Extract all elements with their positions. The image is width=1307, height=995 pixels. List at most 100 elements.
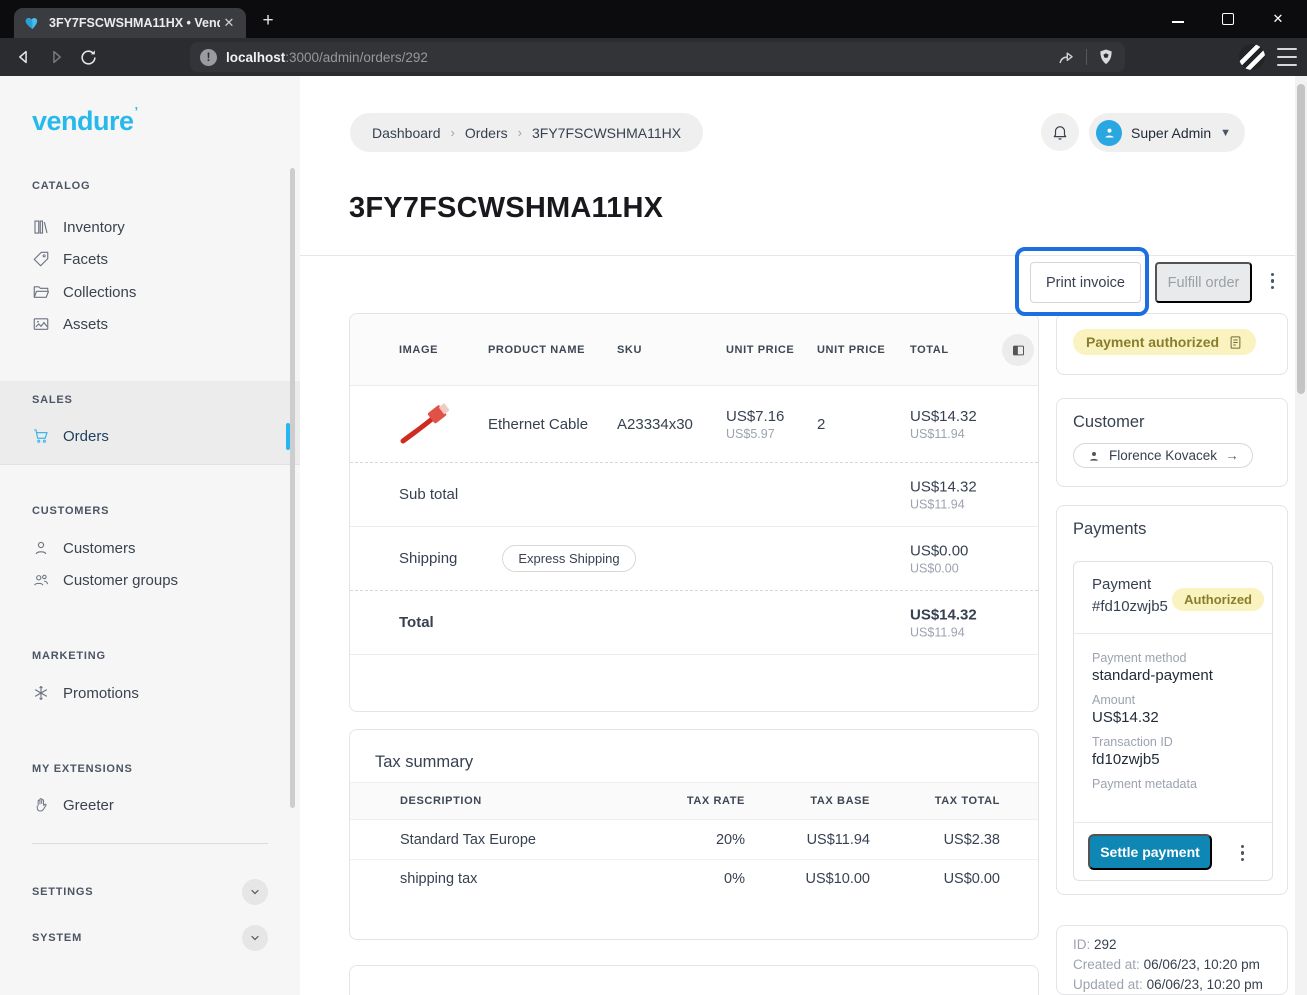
sidebar-item-collections[interactable]: Collections — [32, 276, 136, 308]
sidebar-item-customer-groups[interactable]: Customer groups — [32, 564, 178, 596]
print-invoice-button[interactable]: Print invoice — [1030, 262, 1141, 303]
page-title: 3FY7FSCWSHMA11HX — [349, 192, 663, 225]
payment-detail-box: Payment #fd10zwjb5 Authorized Payment me… — [1073, 561, 1273, 881]
entity-id: ID: 292 — [1073, 935, 1271, 955]
page-scrollbar[interactable] — [1295, 76, 1307, 995]
payment-box-header: Payment #fd10zwjb5 Authorized — [1074, 562, 1272, 634]
total-row: Total US$14.32 US$11.94 — [350, 591, 1038, 655]
tax-summary-card: Tax summary DESCRIPTION TAX RATE TAX BAS… — [349, 729, 1039, 940]
sidebar: vendure’ CATALOG Inventory Facets Collec… — [0, 76, 300, 995]
person-icon — [32, 539, 50, 557]
notifications-button[interactable] — [1041, 113, 1079, 151]
browser-tab[interactable]: 3FY7FSCWSHMA11HX • Vendure ✕ — [14, 8, 246, 38]
order-actions-menu-icon[interactable] — [1271, 273, 1274, 289]
payments-card: Payments Payment #fd10zwjb5 Authorized P… — [1056, 505, 1288, 895]
browser-menu-icon[interactable] — [1277, 48, 1297, 66]
window-controls: ✕ — [1167, 0, 1299, 38]
bell-icon — [1051, 123, 1069, 141]
sidebar-item-inventory[interactable]: Inventory — [32, 211, 125, 243]
shipping-row: Shipping Express Shipping US$0.00 US$0.0… — [350, 527, 1038, 591]
tax-summary-title: Tax summary — [350, 730, 1038, 772]
url-text: localhost:3000/admin/orders/292 — [226, 50, 428, 65]
shipping-method-chip[interactable]: Express Shipping — [502, 545, 635, 572]
sidebar-item-facets[interactable]: Facets — [32, 243, 108, 275]
sidebar-scrollbar[interactable] — [290, 168, 295, 808]
breadcrumb-orders[interactable]: Orders — [465, 125, 508, 141]
sidebar-item-customers[interactable]: Customers — [32, 532, 136, 564]
promotion-icon — [32, 684, 50, 702]
section-label-catalog: CATALOG — [32, 180, 90, 192]
back-button[interactable] — [8, 41, 40, 73]
browser-window: 3FY7FSCWSHMA11HX • Vendure ✕ + ✕ ! local… — [0, 0, 1307, 995]
shipping-label: Shipping — [399, 550, 457, 567]
chevron-down-icon[interactable] — [242, 925, 268, 951]
product-name[interactable]: Ethernet Cable — [488, 416, 617, 433]
product-sku: A23334x30 — [617, 416, 726, 433]
admin-app: vendure’ CATALOG Inventory Facets Collec… — [0, 76, 1307, 995]
customer-link[interactable]: Florence Kovacek → — [1073, 443, 1253, 468]
payment-menu-icon[interactable] — [1241, 845, 1244, 861]
column-settings-button[interactable] — [1002, 334, 1034, 366]
forward-button[interactable] — [40, 41, 72, 73]
minimize-button[interactable] — [1167, 8, 1189, 30]
sidebar-item-greeter[interactable]: Greeter — [32, 789, 114, 821]
sidebar-item-assets[interactable]: Assets — [32, 308, 108, 340]
payment-amount-value: US$14.32 — [1092, 709, 1272, 726]
sidebar-divider — [32, 843, 268, 844]
browser-toolbar: ! localhost:3000/admin/orders/292 — [0, 38, 1307, 76]
refresh-button[interactable] — [72, 41, 104, 73]
new-tab-button[interactable]: + — [256, 10, 280, 32]
order-line-row: Ethernet Cable A23334x30 US$7.16 US$5.97… — [350, 386, 1038, 463]
section-label-marketing: MARKETING — [32, 650, 106, 662]
vendure-logo[interactable]: vendure’ — [32, 104, 138, 137]
brave-shield-icon[interactable] — [1097, 48, 1115, 66]
section-label-my-extensions: MY EXTENSIONS — [32, 763, 133, 775]
order-state-badge[interactable]: Payment authorized — [1073, 329, 1256, 355]
order-state-card: Payment authorized — [1056, 313, 1288, 375]
close-button[interactable]: ✕ — [1267, 8, 1289, 30]
image-icon — [32, 315, 50, 333]
breadcrumb-dashboard[interactable]: Dashboard — [372, 125, 441, 141]
unit-price-cell: US$7.16 US$5.97 — [726, 408, 817, 441]
next-section-card — [349, 965, 1039, 995]
tax-row: Standard Tax Europe 20% US$11.94 US$2.38 — [350, 820, 1038, 859]
share-icon[interactable] — [1057, 48, 1076, 67]
section-label-sales: SALES — [32, 394, 73, 406]
person-icon — [1087, 449, 1101, 463]
chevron-down-icon[interactable] — [242, 879, 268, 905]
customer-card: Customer Florence Kovacek → — [1056, 398, 1288, 487]
settle-payment-button[interactable]: Settle payment — [1088, 834, 1212, 870]
browser-titlebar: 3FY7FSCWSHMA11HX • Vendure ✕ + ✕ — [0, 0, 1307, 38]
col-description: DESCRIPTION — [400, 795, 635, 807]
sidebar-group-settings[interactable]: SETTINGS — [32, 876, 268, 908]
sub-total-value: US$14.32 US$11.94 — [910, 478, 977, 511]
avatar — [1096, 120, 1122, 146]
breadcrumb-current: 3FY7FSCWSHMA11HX — [532, 125, 681, 141]
tab-close-icon[interactable]: ✕ — [220, 15, 238, 31]
url-bar[interactable]: ! localhost:3000/admin/orders/292 — [190, 42, 1125, 72]
history-log-icon — [1228, 335, 1243, 350]
sidebar-item-promotions[interactable]: Promotions — [32, 677, 139, 709]
breadcrumb: Dashboard › Orders › 3FY7FSCWSHMA11HX — [350, 113, 703, 152]
transaction-id-value: fd10zwjb5 — [1092, 751, 1272, 768]
col-unit-price: UNIT PRICE — [726, 344, 817, 356]
columns-icon — [1011, 343, 1026, 358]
site-info-icon[interactable]: ! — [200, 49, 217, 66]
profile-avatar[interactable] — [1239, 44, 1265, 70]
chevron-right-icon: › — [518, 125, 522, 140]
scrollbar-thumb[interactable] — [1297, 84, 1305, 394]
col-unit-price-2: UNIT PRICE — [817, 344, 910, 356]
cart-icon — [32, 427, 50, 445]
vendure-favicon-icon — [24, 15, 41, 31]
payments-card-title: Payments — [1073, 520, 1287, 539]
arrow-right-icon: → — [1225, 448, 1239, 463]
sidebar-item-orders[interactable]: Orders — [32, 420, 109, 452]
tax-row: shipping tax 0% US$10.00 US$0.00 — [350, 859, 1038, 898]
fulfill-order-button[interactable]: Fulfill order — [1155, 262, 1252, 303]
order-items-card: IMAGE PRODUCT NAME SKU UNIT PRICE UNIT P… — [349, 313, 1039, 712]
user-menu[interactable]: Super Admin ▼ — [1089, 113, 1245, 152]
sidebar-group-system[interactable]: SYSTEM — [32, 922, 268, 954]
maximize-button[interactable] — [1217, 8, 1239, 30]
chevron-right-icon: › — [451, 125, 455, 140]
col-tax-base: TAX BASE — [745, 795, 870, 807]
